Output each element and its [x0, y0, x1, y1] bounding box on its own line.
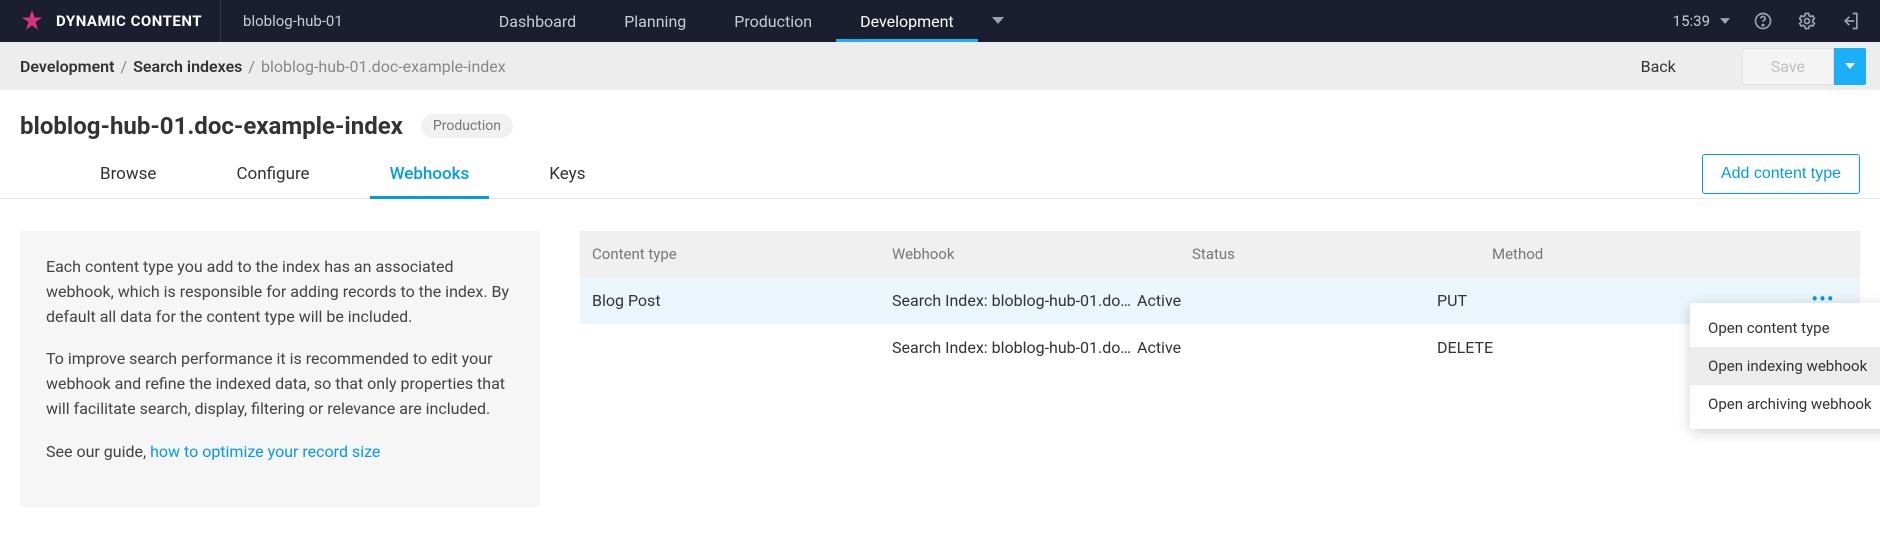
environment-badge: Production: [421, 114, 513, 138]
time-text: 15:39: [1673, 12, 1710, 30]
help-paragraph-2: To improve search performance it is reco…: [46, 347, 514, 421]
row-context-menu: Open content type Open indexing webhook …: [1690, 303, 1880, 429]
save-dropdown-button[interactable]: [1834, 48, 1866, 85]
col-header-status: Status: [1192, 245, 1492, 263]
table-row[interactable]: Search Index: bloblog-hub-01.doc-exa… Ac…: [580, 324, 1860, 371]
col-header-content-type: Content type: [592, 245, 892, 263]
help-paragraph-3: See our guide, how to optimize your reco…: [46, 440, 514, 465]
table-row[interactable]: Blog Post Search Index: bloblog-hub-01.d…: [580, 277, 1860, 324]
brand-text: DYNAMIC CONTENT: [56, 12, 202, 30]
breadcrumb-development[interactable]: Development: [20, 57, 114, 76]
nav-planning[interactable]: Planning: [600, 0, 710, 42]
tab-keys[interactable]: Keys: [529, 150, 605, 198]
help-guide-link[interactable]: how to optimize your record size: [150, 442, 380, 461]
cell-content-type: [592, 338, 892, 357]
menu-open-content-type[interactable]: Open content type: [1690, 309, 1880, 347]
breadcrumb-separator: /: [242, 57, 261, 76]
tab-webhooks[interactable]: Webhooks: [370, 150, 490, 198]
page-title: bloblog-hub-01.doc-example-index: [20, 112, 403, 140]
cell-content-type: Blog Post: [592, 291, 892, 310]
help-icon[interactable]: [1752, 10, 1774, 32]
nav-dashboard[interactable]: Dashboard: [475, 0, 600, 42]
add-content-type-button[interactable]: Add content type: [1702, 154, 1860, 194]
chevron-down-icon: [1720, 18, 1730, 25]
breadcrumb-search-indexes[interactable]: Search indexes: [133, 57, 242, 76]
help-guide-prefix: See our guide,: [46, 442, 150, 461]
tab-browse[interactable]: Browse: [80, 150, 176, 198]
brand-logo-icon: [18, 7, 46, 35]
back-button[interactable]: Back: [1641, 57, 1726, 76]
help-paragraph-1: Each content type you add to the index h…: [46, 255, 514, 329]
cell-webhook: Search Index: bloblog-hub-01.doc-exa…: [892, 338, 1137, 357]
gear-icon[interactable]: [1796, 10, 1818, 32]
save-button: Save: [1742, 48, 1834, 85]
col-header-method: Method: [1492, 245, 1798, 263]
hub-name[interactable]: bloblog-hub-01: [221, 12, 365, 30]
breadcrumb-separator: /: [114, 57, 133, 76]
nav-development[interactable]: Development: [836, 0, 978, 42]
nav-more-caret-icon[interactable]: [978, 0, 1018, 42]
breadcrumb-current: bloblog-hub-01.doc-example-index: [261, 57, 506, 76]
col-header-webhook: Webhook: [892, 245, 1192, 263]
brand[interactable]: DYNAMIC CONTENT: [0, 0, 221, 42]
time-display[interactable]: 15:39: [1673, 12, 1730, 30]
cell-webhook: Search Index: bloblog-hub-01.doc-exa…: [892, 291, 1137, 310]
cell-status: Active: [1137, 291, 1437, 310]
nav-production[interactable]: Production: [710, 0, 836, 42]
tab-configure[interactable]: Configure: [216, 150, 329, 198]
help-panel: Each content type you add to the index h…: [20, 231, 540, 507]
menu-open-indexing-webhook[interactable]: Open indexing webhook: [1690, 347, 1880, 385]
menu-open-archiving-webhook[interactable]: Open archiving webhook: [1690, 385, 1880, 423]
webhooks-table: Content type Webhook Status Method Blog …: [580, 231, 1860, 507]
logout-icon[interactable]: [1840, 10, 1862, 32]
cell-status: Active: [1137, 338, 1437, 357]
